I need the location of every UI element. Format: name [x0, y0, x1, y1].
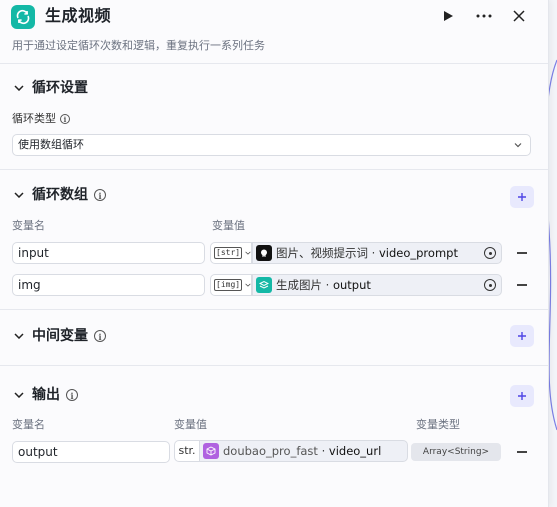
section-intermediate-toggle[interactable]: 中间变量 i: [12, 326, 106, 346]
run-button[interactable]: [436, 4, 460, 28]
type-tag: [img]: [214, 279, 243, 291]
add-output-button[interactable]: [510, 385, 534, 407]
output-name-input[interactable]: output: [12, 441, 170, 463]
image-node-icon: [256, 277, 272, 293]
chevron-down-icon: [245, 283, 251, 287]
column-header-name: 变量名: [12, 219, 45, 232]
variable-name-input[interactable]: img: [12, 274, 205, 296]
divider: [0, 365, 548, 366]
variable-type-select[interactable]: [str]: [210, 242, 252, 264]
info-icon[interactable]: i: [94, 330, 106, 342]
loop-type-select[interactable]: 使用数组循环: [12, 134, 531, 156]
loop-type-value: 使用数组循环: [18, 138, 84, 151]
plus-icon: [518, 332, 526, 340]
type-tag: [str]: [214, 247, 243, 259]
variable-reference[interactable]: 生成图片 · output: [252, 274, 502, 296]
reference-label: doubao_pro_fast · video_url: [223, 444, 382, 458]
reference-label: 图片、视频提示词 · video_prompt: [276, 246, 458, 260]
chevron-down-icon: [514, 143, 522, 148]
column-header-value: 变量值: [174, 418, 207, 431]
output-reference[interactable]: doubao_pro_fast · video_url: [199, 440, 408, 462]
add-intermediate-button[interactable]: [510, 325, 534, 347]
plus-icon: [518, 193, 526, 201]
loop-type-label: 循环类型: [12, 112, 56, 125]
reference-label: 生成图片 · output: [276, 278, 371, 292]
variable-reference[interactable]: 图片、视频提示词 · video_prompt: [252, 242, 502, 264]
divider: [0, 309, 548, 310]
section-loop-array-toggle[interactable]: 循环数组 i: [12, 185, 106, 205]
play-icon: [444, 11, 453, 21]
loop-node-icon: [11, 5, 35, 29]
output-type-badge: Array<String>: [411, 443, 501, 461]
variable-name-input[interactable]: input: [12, 242, 205, 264]
more-button[interactable]: [472, 4, 496, 28]
node-config-panel: 生成视频 用于通过设定循环次数和逻辑，重复执行一系列任务 循环设置 循环类型 i…: [0, 0, 549, 507]
remove-output-button[interactable]: [517, 451, 527, 453]
column-header-type: 变量类型: [416, 418, 460, 431]
info-icon[interactable]: i: [60, 114, 70, 124]
more-icon: [476, 14, 492, 18]
remove-row-button[interactable]: [517, 284, 527, 286]
section-title: 输出: [32, 387, 60, 403]
divider: [0, 169, 548, 170]
section-title: 循环数组: [32, 187, 88, 203]
variable-type-select[interactable]: [img]: [210, 274, 252, 296]
section-title: 循环设置: [32, 80, 88, 96]
info-icon[interactable]: i: [94, 189, 106, 201]
divider: [0, 63, 548, 64]
prompt-node-icon: [256, 245, 272, 261]
column-header-name: 变量名: [12, 418, 45, 431]
loop-type-label-row: 循环类型 i: [12, 111, 70, 127]
node-description: 用于通过设定循环次数和逻辑，重复执行一系列任务: [12, 39, 265, 52]
chevron-down-icon: [12, 388, 26, 402]
cube-icon: [203, 443, 219, 459]
add-loop-array-button[interactable]: [510, 186, 534, 208]
column-header-value: 变量值: [212, 219, 245, 232]
target-icon[interactable]: [484, 279, 496, 291]
info-icon[interactable]: i: [66, 389, 78, 401]
node-title[interactable]: 生成视频: [45, 5, 111, 27]
panel-header: 生成视频 用于通过设定循环次数和逻辑，重复执行一系列任务: [0, 0, 548, 64]
remove-row-button[interactable]: [517, 252, 527, 254]
plus-icon: [518, 392, 526, 400]
close-icon: [513, 10, 525, 22]
close-button[interactable]: [507, 4, 531, 28]
chevron-down-icon: [12, 188, 26, 202]
chevron-down-icon: [12, 329, 26, 343]
section-loop-settings-toggle[interactable]: 循环设置: [12, 78, 88, 98]
section-output-toggle[interactable]: 输出 i: [12, 385, 78, 405]
chevron-down-icon: [12, 81, 26, 95]
section-title: 中间变量: [32, 328, 88, 344]
output-type-tag[interactable]: str.: [174, 440, 200, 462]
chevron-down-icon: [245, 251, 251, 255]
target-icon[interactable]: [484, 247, 496, 259]
